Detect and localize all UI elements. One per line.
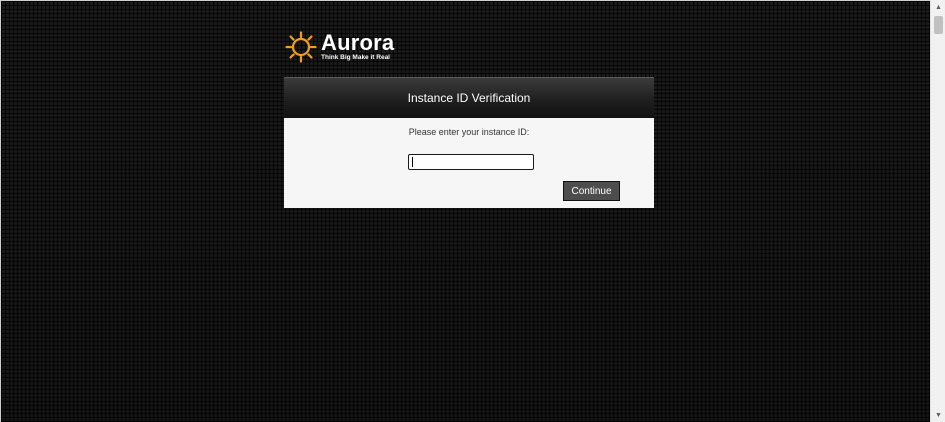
vertical-scrollbar[interactable]: ▲ ▼ [930, 0, 945, 422]
continue-button[interactable]: Continue [563, 181, 620, 201]
sun-icon [285, 31, 317, 63]
instance-id-prompt: Please enter your instance ID: [408, 127, 530, 137]
scroll-down-arrow-icon[interactable]: ▼ [931, 408, 945, 422]
text-caret [412, 157, 413, 167]
scroll-up-arrow-icon[interactable]: ▲ [931, 0, 945, 14]
logo-name: Aurora [321, 30, 395, 55]
page-background: Aurora Think Big Make it Real Instance I… [0, 0, 930, 422]
panel-header: Instance ID Verification [284, 77, 654, 118]
verification-panel: Instance ID Verification Please enter yo… [284, 77, 654, 208]
scrollbar-thumb[interactable] [934, 16, 943, 34]
logo-tagline: Think Big Make it Real [321, 54, 390, 61]
panel-body: Please enter your instance ID: Continue [284, 118, 654, 208]
instance-id-input[interactable] [408, 154, 534, 170]
aurora-logo: Aurora Think Big Make it Real [285, 30, 425, 65]
panel-title: Instance ID Verification [407, 91, 531, 105]
